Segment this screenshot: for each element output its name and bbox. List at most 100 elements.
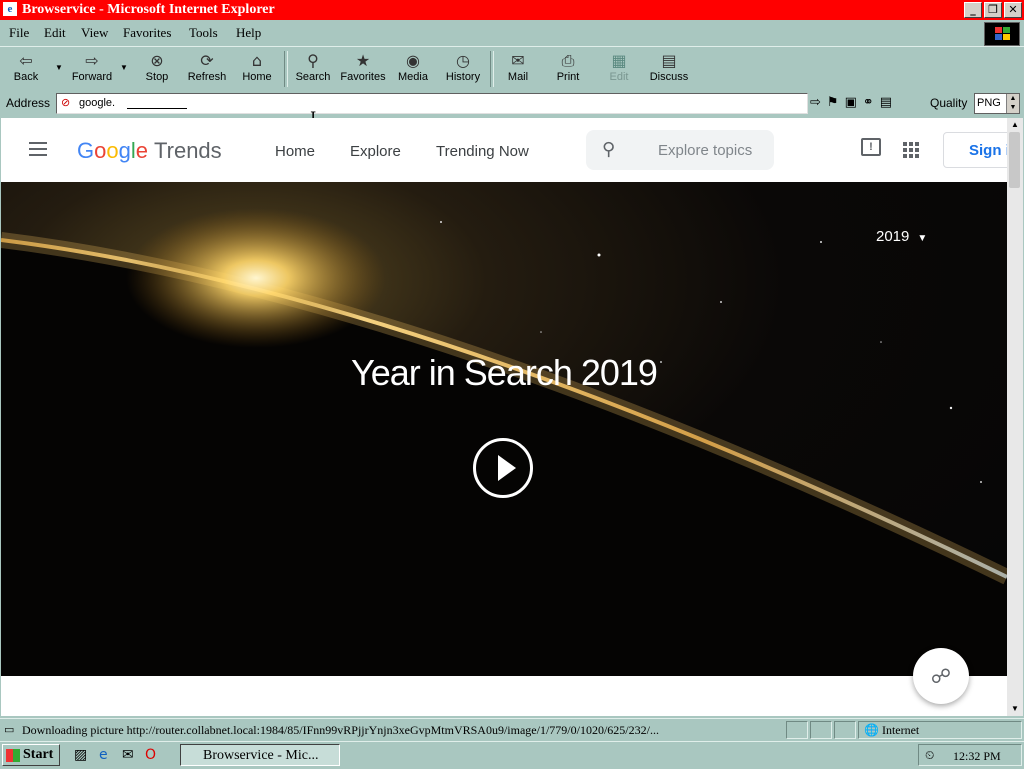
address-buttons: ⇨ ⚑ ▣ ⚭ ▤ [810,95,892,110]
address-label: Address [6,96,51,110]
print-label: Print [556,71,580,83]
minimize-button[interactable]: _ [964,2,982,18]
home-label: Home [242,71,272,83]
status-cell [810,721,832,739]
hero-title: Year in Search 2019 [351,352,658,393]
ie-quicklaunch-icon[interactable]: e [99,747,108,763]
windows-logo-icon [984,22,1020,46]
bookmark-icon[interactable]: ⚑ [827,95,839,110]
back-button[interactable]: ⇦ Back [0,51,52,83]
planet-horizon-graphic [1,208,1007,676]
print-button[interactable]: ⎙ Print [542,51,594,83]
favorites-label: Favorites [340,71,386,83]
refresh-label: Refresh [187,71,227,83]
outlook-icon[interactable]: ✉ [122,747,134,763]
nav-explore[interactable]: Explore [350,143,401,160]
menu-help[interactable]: Help [236,25,261,41]
home-icon: ⌂ [251,51,263,70]
media-label: Media [398,71,428,83]
refresh-icon: ⟳ [200,51,214,70]
binoculars-icon[interactable]: ⚭ [863,95,874,110]
feedback-icon[interactable]: ! [861,138,881,156]
forward-button[interactable]: ⇨ Forward [66,51,118,83]
favorites-button[interactable]: ★ Favorites [337,51,389,83]
forward-label: Forward [71,71,113,83]
google-trends-logo[interactable]: Google Trends [77,138,222,164]
stop-icon: ⊗ [150,51,164,70]
menu-view[interactable]: View [81,25,108,41]
start-button[interactable]: Start [2,744,60,766]
media-icon: ◉ [406,51,420,70]
taskbar-item-browservice[interactable]: Browservice - Mic... [180,744,340,766]
opera-icon[interactable]: O [145,747,156,763]
menu-file[interactable]: File [9,25,29,41]
web-page: Google Trends Home Explore Trending Now ⚲… [1,118,1007,716]
menu-icon[interactable] [29,142,47,160]
back-dropdown-icon[interactable]: ▼ [55,63,63,72]
stop-label: Stop [145,71,169,83]
discuss-icon: ▤ [661,51,677,70]
edit-icon: ▦ [611,51,627,70]
mail-button[interactable]: ✉ Mail [492,51,544,83]
play-button[interactable] [473,438,533,498]
scroll-up-icon[interactable]: ▲ [1007,118,1023,132]
sign-in-button[interactable]: Sign in [943,132,1007,168]
share-icon: ☍ [930,664,952,688]
scroll-thumb[interactable] [1009,132,1020,188]
tray-icon[interactable]: ⏲ [925,748,934,763]
restore-button[interactable]: ❐ [984,2,1002,18]
vertical-scrollbar[interactable]: ▲ ▼ [1007,118,1023,716]
nav-trending-now[interactable]: Trending Now [436,143,529,160]
address-value[interactable]: google. [79,97,115,109]
clipboard-icon[interactable]: ▤ [880,95,892,110]
history-label: History [445,71,481,83]
address-bar: Address ⊘ google. ⇨ ⚑ ▣ ⚭ ▤ Quality PNG … [0,91,1024,116]
find-icon[interactable]: ▣ [845,95,857,110]
ie-icon[interactable]: e [3,2,17,16]
taskbar: Start ▨ e ✉ O Browservice - Mic... ⏲ 12:… [0,741,1024,769]
start-label: Start [23,747,54,762]
go-icon[interactable]: ⇨ [810,95,821,110]
nav-home[interactable]: Home [275,143,315,160]
status-cell [786,721,808,739]
quality-label: Quality [930,96,968,110]
history-icon: ◷ [456,51,470,70]
history-button[interactable]: ◷ History [437,51,489,83]
year-selector[interactable]: 2019 ▼ [876,228,927,245]
search-icon: ⚲ [602,139,616,160]
menu-favorites[interactable]: Favorites [123,25,171,41]
quality-value: PNG [977,97,1001,109]
window-controls: _ ❐ ✕ [964,2,1022,18]
share-button[interactable]: ☍ [913,648,969,704]
close-button[interactable]: ✕ [1004,2,1022,18]
back-label: Back [13,71,39,83]
discuss-button[interactable]: ▤ Discuss [643,51,695,83]
edit-button[interactable]: ▦ Edit [593,51,645,83]
taskbar-item-label: Browservice - Mic... [203,748,319,763]
hero-banner: 2019 ▼ Year in Search 2019 [1,182,1007,676]
home-button[interactable]: ⌂ Home [231,51,283,83]
scroll-down-icon[interactable]: ▼ [1007,702,1023,716]
menu-tools[interactable]: Tools [189,25,218,41]
discuss-label: Discuss [649,71,689,83]
search-button[interactable]: ⚲ Search [287,51,339,83]
forward-icon: ⇨ [85,51,99,70]
mail-label: Mail [507,71,529,83]
status-cell [834,721,856,739]
forward-dropdown-icon[interactable]: ▼ [120,63,128,72]
quality-spinner[interactable]: ▲ ▼ [1006,94,1019,113]
status-bar: ▭ Downloading picture http://router.coll… [0,718,1024,741]
address-input[interactable]: ⊘ google. [56,93,808,114]
desktop-icon[interactable]: ▨ [74,747,87,763]
stop-button[interactable]: ⊗ Stop [131,51,183,83]
system-tray: ⏲ 12:32 PM [918,744,1022,766]
back-icon: ⇦ [19,51,33,70]
menu-edit[interactable]: Edit [44,25,66,41]
search-label: Search [295,71,331,83]
explore-search-box[interactable]: ⚲ Explore topics [586,130,774,170]
status-text: Downloading picture http://router.collab… [22,723,659,737]
refresh-button[interactable]: ⟳ Refresh [181,51,233,83]
quality-select[interactable]: PNG ▲ ▼ [974,93,1020,114]
apps-grid-icon[interactable] [903,142,919,158]
media-button[interactable]: ◉ Media [387,51,439,83]
